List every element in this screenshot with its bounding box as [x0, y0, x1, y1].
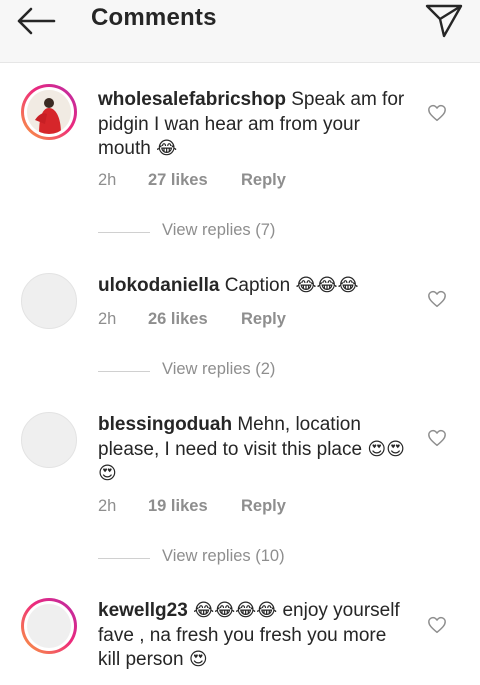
heart-icon[interactable]	[427, 104, 447, 122]
avatar[interactable]	[21, 598, 77, 654]
avatar-photo	[27, 90, 71, 134]
comment-body: Caption	[219, 275, 296, 296]
comment-text: ulokodaniella Caption 😂😂😂	[98, 274, 410, 299]
send-button[interactable]	[424, 2, 464, 38]
avatar[interactable]	[21, 84, 77, 140]
comment-username[interactable]: ulokodaniella	[98, 275, 219, 296]
divider	[98, 232, 150, 233]
emoji-laughing-icon: 😂😂😂😂	[193, 600, 278, 620]
view-replies-label: View replies (10)	[162, 547, 285, 565]
profile-photo-icon	[27, 90, 71, 134]
comment-time: 2h	[98, 171, 117, 189]
paper-plane-icon	[425, 4, 463, 38]
back-button[interactable]	[14, 6, 58, 36]
comment-text: wholesalefabricshop Speak am for pidgin …	[98, 88, 410, 162]
emoji-heart-eyes-icon: 😍	[188, 649, 208, 669]
comment-time: 2h	[98, 310, 117, 328]
heart-icon[interactable]	[427, 429, 447, 447]
divider	[98, 371, 150, 372]
comment-username[interactable]: wholesalefabricshop	[98, 89, 286, 110]
comment-username[interactable]: blessingoduah	[98, 414, 232, 435]
view-replies-label: View replies (7)	[162, 221, 276, 239]
reply-button[interactable]: Reply	[241, 171, 286, 190]
divider	[98, 558, 150, 559]
comment-time: 2h	[98, 497, 117, 515]
comments-header: Comments	[0, 0, 480, 63]
emoji-laughing-icon: 😂	[156, 138, 178, 158]
heart-icon[interactable]	[427, 616, 447, 634]
view-replies-label: View replies (2)	[162, 360, 276, 378]
page-title: Comments	[91, 4, 217, 31]
comment-text: kewellg23 😂😂😂😂 enjoy yourself fave , na …	[98, 599, 410, 673]
emoji-laughing-icon: 😂😂😂	[295, 275, 359, 295]
avatar[interactable]	[21, 412, 77, 468]
reply-button[interactable]: Reply	[241, 310, 286, 329]
comment-likes[interactable]: 19 likes	[148, 497, 208, 516]
heart-icon[interactable]	[427, 290, 447, 308]
reply-button[interactable]: Reply	[241, 497, 286, 516]
comment-text: blessingoduah Mehn, location please, I n…	[98, 413, 410, 487]
arrow-left-icon	[17, 7, 56, 35]
comment-username[interactable]: kewellg23	[98, 600, 188, 621]
comment-likes[interactable]: 26 likes	[148, 310, 208, 329]
avatar-ring-gap	[24, 87, 74, 137]
avatar-photo	[27, 604, 71, 648]
comment-likes[interactable]: 27 likes	[148, 171, 208, 190]
avatar-ring-gap	[24, 601, 74, 651]
avatar[interactable]	[21, 273, 77, 329]
